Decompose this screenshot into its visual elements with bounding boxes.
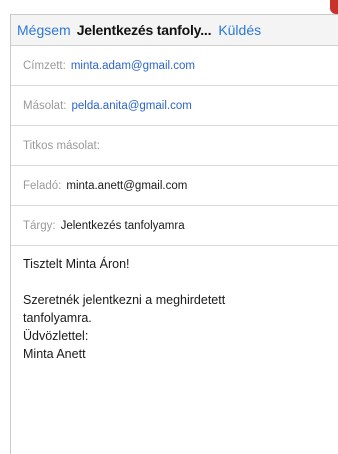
cc-field[interactable]: Másolat: pelda.anita@gmail.com bbox=[11, 86, 338, 126]
to-recipient[interactable]: minta.adam@gmail.com bbox=[71, 60, 195, 72]
subject-label: Tárgy: bbox=[23, 219, 56, 232]
subject-field[interactable]: Tárgy: Jelentkezés tanfolyamra bbox=[11, 206, 338, 246]
from-label: Feladó: bbox=[23, 179, 62, 192]
cc-recipient[interactable]: pelda.anita@gmail.com bbox=[71, 100, 191, 112]
cc-label: Másolat: bbox=[23, 99, 67, 112]
mail-compose-screen: Mégsem Jelentkezés tanfoly... Küldés Cím… bbox=[0, 0, 338, 454]
compose-navbar: Mégsem Jelentkezés tanfoly... Küldés bbox=[11, 15, 338, 46]
body-closing: Üdvözlettel: bbox=[23, 329, 89, 343]
compose-window: Mégsem Jelentkezés tanfoly... Küldés Cím… bbox=[10, 14, 338, 454]
cancel-button[interactable]: Mégsem bbox=[17, 22, 71, 38]
bcc-label: Titkos másolat: bbox=[23, 139, 100, 152]
message-body[interactable]: Tisztelt Minta Áron! Szeretnék jelentkez… bbox=[11, 246, 338, 363]
bcc-field[interactable]: Titkos másolat: bbox=[11, 126, 338, 166]
send-button[interactable]: Küldés bbox=[218, 22, 261, 38]
body-greeting: Tisztelt Minta Áron! bbox=[23, 257, 130, 271]
red-corner-accent bbox=[330, 0, 338, 14]
body-line-2: tanfolyamra. bbox=[23, 311, 92, 325]
to-label: Címzett: bbox=[23, 59, 66, 72]
body-signature: Minta Anett bbox=[23, 347, 86, 361]
to-field[interactable]: Címzett: minta.adam@gmail.com bbox=[11, 46, 338, 86]
body-blank-line bbox=[23, 273, 326, 291]
from-field[interactable]: Feladó: minta.anett@gmail.com bbox=[11, 166, 338, 206]
from-address[interactable]: minta.anett@gmail.com bbox=[66, 180, 187, 192]
compose-title: Jelentkezés tanfoly... bbox=[76, 22, 212, 38]
body-line-1: Szeretnék jelentkezni a meghirdetett bbox=[23, 293, 226, 307]
top-strip bbox=[0, 0, 338, 12]
subject-value[interactable]: Jelentkezés tanfolyamra bbox=[61, 220, 185, 232]
